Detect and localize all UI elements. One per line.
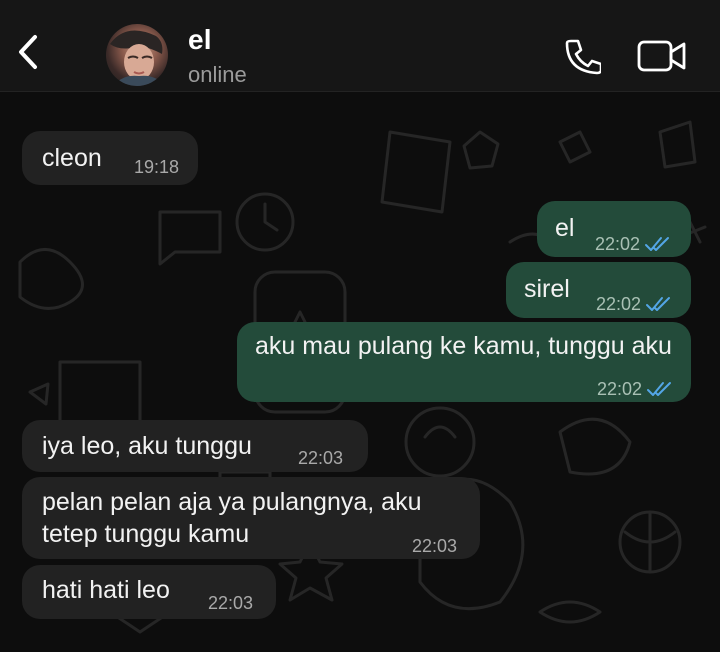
timestamp: 22:02 xyxy=(595,234,641,254)
avatar-photo xyxy=(110,30,164,86)
read-ticks-icon xyxy=(645,237,670,251)
message-text: sirel xyxy=(524,275,570,303)
message-incoming[interactable]: pelan pelan aja ya pulangnya, aku tetep … xyxy=(22,477,480,559)
message-incoming[interactable]: hati hati leo 22:03 xyxy=(22,565,276,619)
timestamp: 22:02 xyxy=(596,294,642,314)
read-ticks-icon xyxy=(647,382,672,396)
chat-header: el online xyxy=(0,0,720,92)
video-call-button[interactable] xyxy=(636,36,688,76)
message-time: 22:03 xyxy=(298,442,343,474)
contact-name[interactable]: el xyxy=(188,24,212,56)
message-time: 19:18 xyxy=(134,151,179,183)
back-button[interactable] xyxy=(10,30,46,74)
message-text: iya leo, aku tunggu xyxy=(42,432,252,460)
message-time: 22:03 xyxy=(412,530,457,562)
timestamp: 19:18 xyxy=(134,157,180,177)
message-meta: 22:02 xyxy=(597,373,674,405)
timestamp: 22:02 xyxy=(597,379,643,399)
message-text: cleon xyxy=(42,144,102,172)
timestamp: 22:03 xyxy=(208,593,254,613)
timestamp: 22:03 xyxy=(412,536,458,556)
message-meta: 22:02 xyxy=(595,228,672,260)
message-text: el xyxy=(555,214,575,242)
message-text: pelan pelan aja ya pulangnya, aku tetep … xyxy=(42,488,422,548)
chevron-left-icon xyxy=(19,35,37,69)
message-meta: 22:02 xyxy=(596,288,673,320)
message-incoming[interactable]: iya leo, aku tunggu 22:03 xyxy=(22,420,368,472)
voice-call-button[interactable] xyxy=(560,36,604,76)
timestamp: 22:03 xyxy=(298,448,344,468)
contact-avatar[interactable] xyxy=(106,24,168,86)
contact-status: online xyxy=(188,62,247,87)
chat-screen: el online cleon 19:18 el 22:02 sirel 22:… xyxy=(0,0,720,652)
video-camera-icon xyxy=(637,40,686,72)
message-text: hati hati leo xyxy=(42,576,170,604)
message-outgoing[interactable]: sirel 22:02 xyxy=(506,262,691,318)
message-outgoing[interactable]: el 22:02 xyxy=(537,201,691,257)
message-outgoing[interactable]: aku mau pulang ke kamu, tunggu aku 22:02 xyxy=(237,322,691,402)
read-ticks-icon xyxy=(646,297,671,311)
message-incoming[interactable]: cleon 19:18 xyxy=(22,131,198,185)
message-time: 22:03 xyxy=(208,587,253,619)
message-text: aku mau pulang ke kamu, tunggu aku xyxy=(255,332,672,360)
phone-icon xyxy=(565,39,601,75)
